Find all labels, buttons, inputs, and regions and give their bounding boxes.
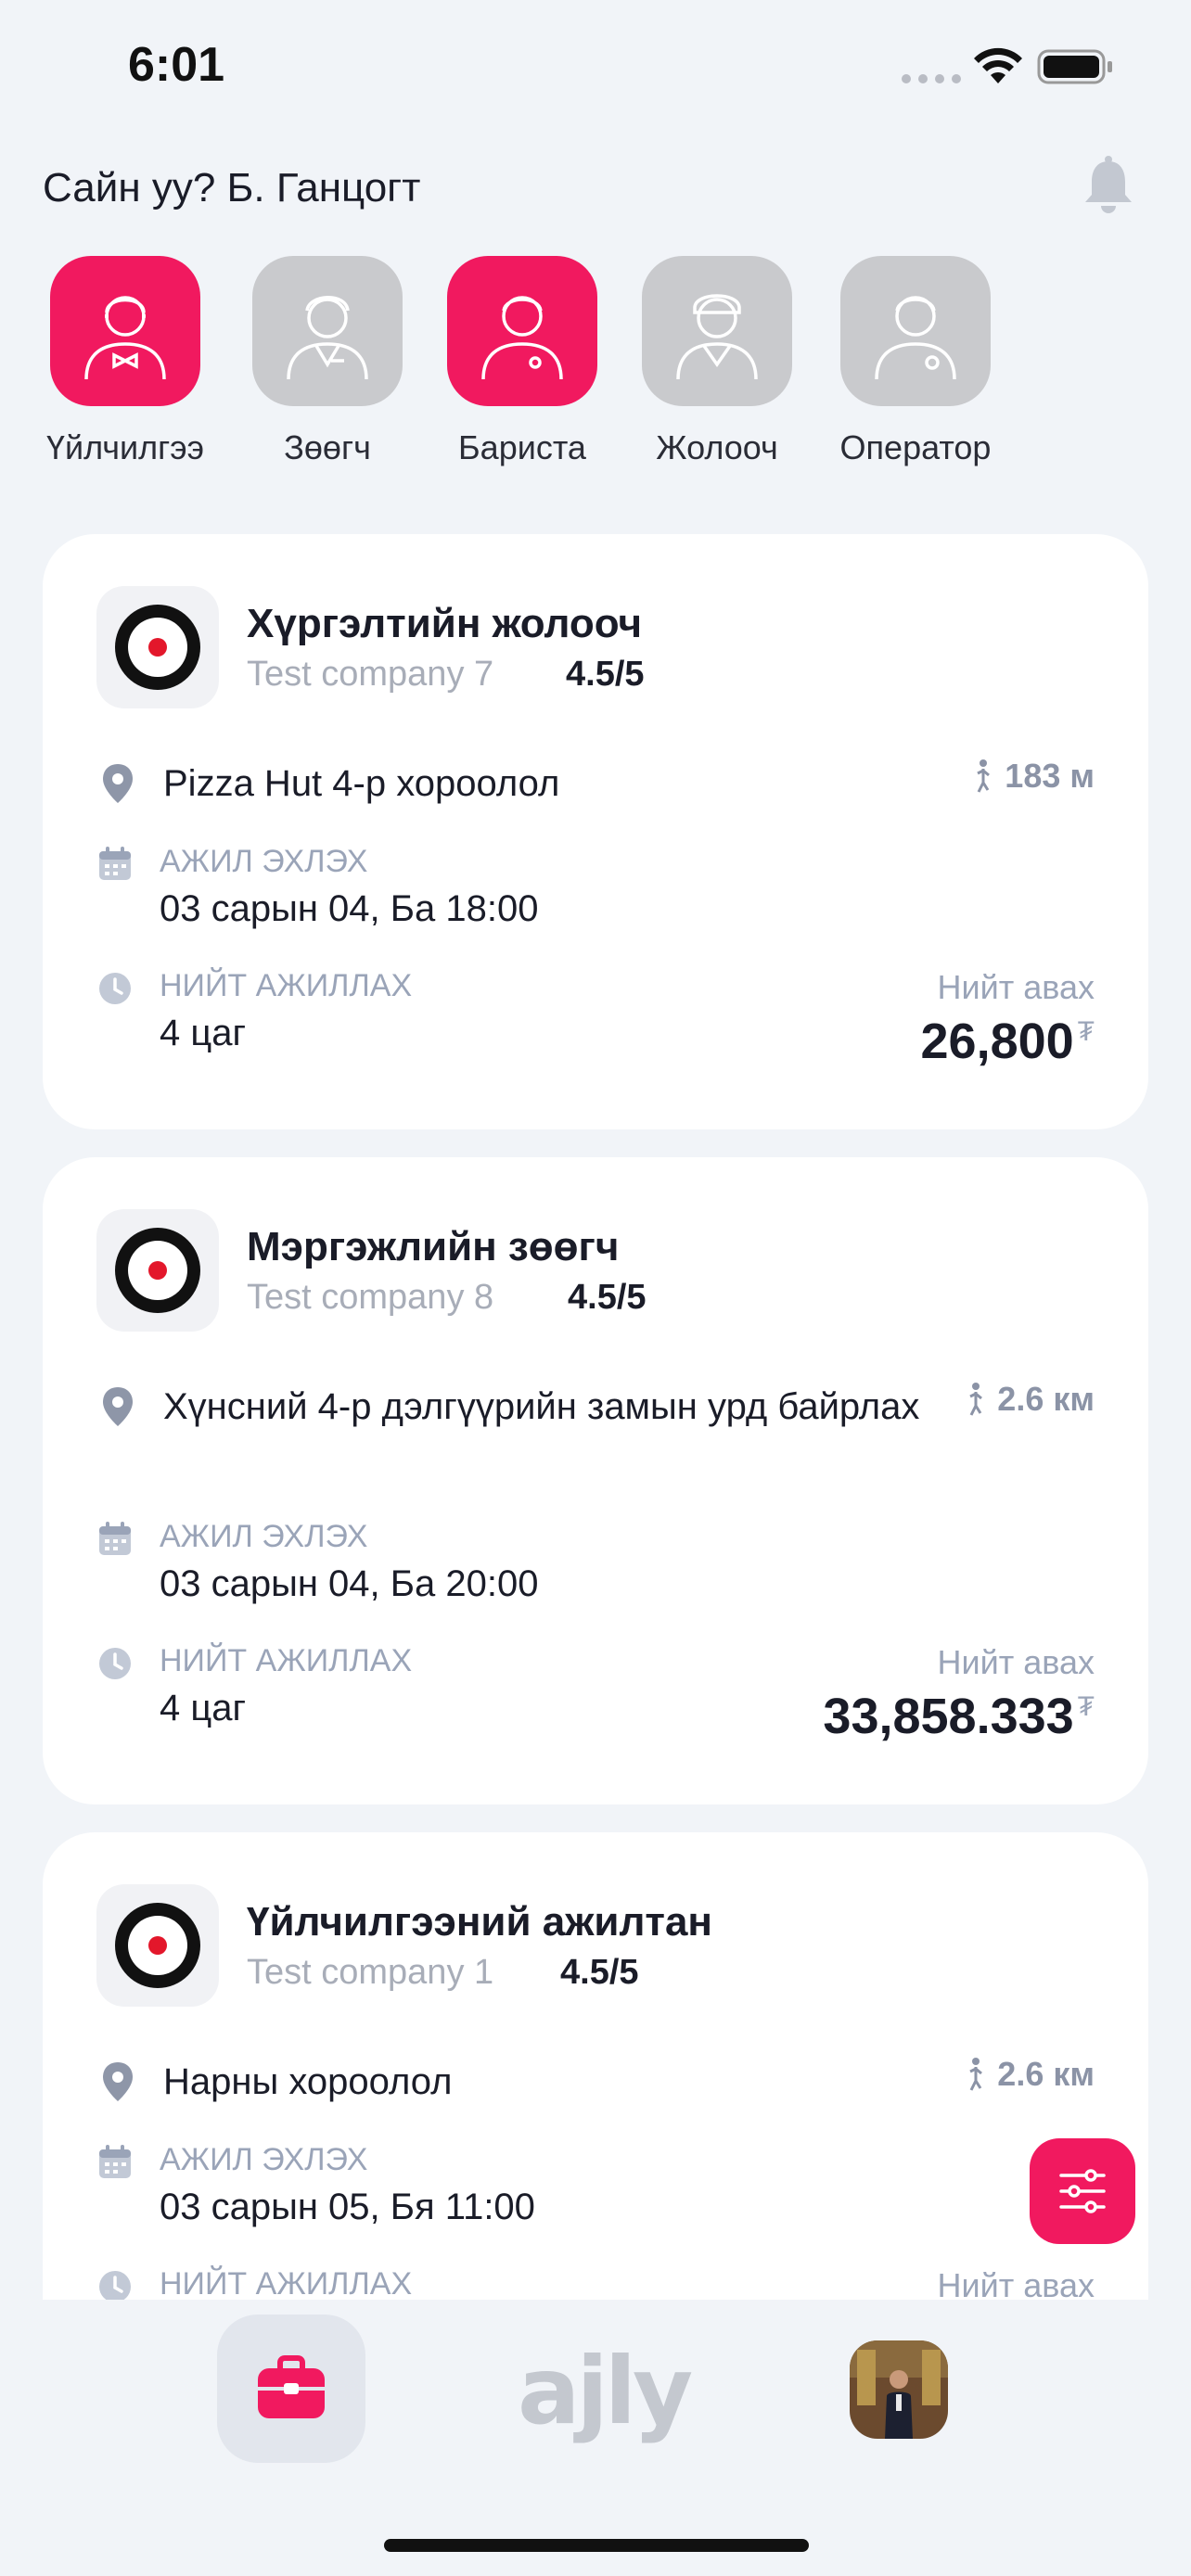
category-service[interactable]: Үйлчилгээ (19, 256, 232, 467)
rating: 4.5/5 (566, 655, 645, 694)
walking-icon (969, 1383, 983, 1416)
wifi-icon (974, 47, 1022, 83)
location-pin-icon (103, 2062, 133, 2101)
bottom-navigation: ajly (0, 2300, 1191, 2576)
driver-avatar-icon (642, 256, 792, 406)
company-name: Test company 8 (247, 1278, 494, 1317)
category-label: Жолооч (656, 428, 778, 466)
duration-value: 4 цаг (160, 1688, 247, 1728)
total-label: Нийт авах (937, 1643, 1095, 1681)
total-label: Нийт авах (937, 968, 1095, 1006)
job-title: Үйлчилгээний ажилтан (247, 1899, 713, 1945)
operator-avatar-icon (840, 256, 991, 406)
duration-label: НИЙТ АЖИЛЛАХ (160, 968, 413, 1003)
start-label: АЖИЛ ЭХЛЭХ (160, 2142, 368, 2177)
company-logo (96, 1209, 219, 1332)
clock-icon (99, 973, 131, 1004)
location-pin-icon (103, 1387, 133, 1426)
duration-value: 4 цаг (160, 1013, 247, 1053)
briefcase-icon (258, 2355, 325, 2418)
total-amount: 26,800 (920, 1014, 1074, 1069)
job-address: Нарны хороолол (163, 2061, 453, 2102)
category-label: Бариста (458, 428, 586, 466)
currency-symbol: ₮ (1077, 1016, 1095, 1047)
company-name: Test company 1 (247, 1953, 494, 1992)
walking-icon (977, 759, 991, 793)
job-card[interactable]: Мэргэжлийн зөөгч Test company 8 4.5/5 Хү… (43, 1157, 1148, 1804)
calendar-icon (99, 847, 131, 880)
start-value: 03 сарын 04, Ба 18:00 (160, 888, 539, 929)
nav-jobs-button[interactable] (217, 2315, 365, 2463)
calendar-icon (99, 1522, 131, 1555)
company-logo (96, 1884, 219, 2007)
battery-icon (1037, 49, 1112, 84)
rating: 4.5/5 (568, 1278, 647, 1317)
job-card[interactable]: Үйлчилгээний ажилтан Test company 1 4.5/… (43, 1832, 1148, 2352)
category-label: Оператор (839, 428, 992, 466)
total-amount-group: 26,800 ₮ (921, 1013, 1095, 1070)
server-avatar-icon (252, 256, 403, 406)
duration-label: НИЙТ АЖИЛЛАХ (160, 2266, 413, 2302)
total-amount: 33,858.333 (823, 1689, 1074, 1744)
category-label: Үйлчилгээ (45, 428, 205, 466)
start-value: 03 сарын 04, Ба 20:00 (160, 1563, 539, 1604)
cellular-signal-icon (902, 74, 961, 83)
walking-icon (969, 2058, 983, 2091)
category-driver[interactable]: Жолооч (610, 256, 824, 467)
filter-button[interactable] (1030, 2138, 1135, 2244)
company-logo (96, 586, 219, 708)
category-label: Зөөгч (284, 428, 371, 466)
start-value: 03 сарын 05, Бя 11:00 (160, 2187, 535, 2227)
company-name: Test company 7 (247, 655, 494, 694)
category-barista[interactable]: Бариста (416, 256, 629, 467)
greeting-text: Сайн уу? Б. Ганцогт (43, 165, 421, 210)
status-bar: 6:01 (0, 0, 1191, 139)
job-title: Мэргэжлийн зөөгч (247, 1224, 620, 1269)
clock-icon (99, 1648, 131, 1679)
total-amount-group: 33,858.333 ₮ (823, 1688, 1095, 1745)
distance: 2.6 км (997, 2055, 1095, 2093)
duration-label: НИЙТ АЖИЛЛАХ (160, 1643, 413, 1678)
category-operator[interactable]: Оператор (809, 256, 1022, 467)
job-title: Хүргэлтийн жолооч (247, 601, 643, 646)
job-address: Pizza Hut 4-р хороолол (163, 763, 560, 804)
job-address: Хүнсний 4-р дэлгүүрийн замын урд байрлах (163, 1386, 920, 1427)
start-label: АЖИЛ ЭХЛЭХ (160, 844, 368, 879)
status-time: 6:01 (128, 38, 225, 92)
distance: 183 м (1005, 757, 1095, 795)
calendar-icon (99, 2145, 131, 2178)
distance-group: 2.6 км (966, 2055, 1095, 2094)
currency-symbol: ₮ (1077, 1691, 1095, 1722)
job-card[interactable]: Хүргэлтийн жолооч Test company 7 4.5/5 P… (43, 534, 1148, 1129)
waiter-avatar-icon (50, 256, 200, 406)
distance: 2.6 км (997, 1380, 1095, 1418)
start-label: АЖИЛ ЭХЛЭХ (160, 1519, 368, 1554)
location-pin-icon (103, 764, 133, 803)
profile-photo (850, 2340, 948, 2439)
app-logo[interactable]: ajly (518, 2337, 693, 2445)
nav-profile-button[interactable] (850, 2340, 948, 2439)
category-server[interactable]: Зөөгч (221, 256, 434, 467)
distance-group: 2.6 км (966, 1380, 1095, 1419)
bell-icon[interactable] (1076, 154, 1141, 219)
category-list: Үйлчилгээ Зөөгч Бариста Жолооч Оператор (0, 256, 1191, 478)
home-indicator (384, 2539, 809, 2552)
rating: 4.5/5 (560, 1953, 639, 1992)
distance-group: 183 м (973, 757, 1095, 796)
filter-sliders-icon (1059, 2169, 1106, 2213)
barista-avatar-icon (447, 256, 597, 406)
